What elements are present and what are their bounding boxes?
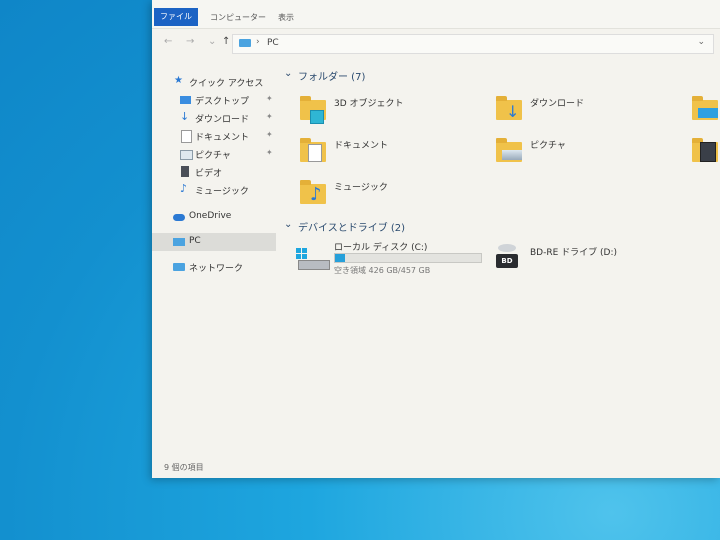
folder-desktop-partial[interactable] <box>692 96 720 128</box>
download-icon: ↓ <box>180 110 190 123</box>
tab-file[interactable]: ファイル <box>154 8 198 26</box>
drives-group-header[interactable]: デバイスとドライブ (2) <box>298 219 405 234</box>
folder-label: 3D オブジェクト <box>334 99 404 109</box>
cloud-icon <box>173 214 185 221</box>
folder-documents[interactable]: ドキュメント <box>300 138 450 170</box>
content-pane: ⌄ フォルダー (7) 3D オブジェクト ↓ ダウンロード ドキュメント ピク… <box>280 60 720 460</box>
sidebar-item-label: ビデオ <box>195 169 223 179</box>
sidebar-item-documents[interactable]: ドキュメント ✦ <box>152 127 276 145</box>
drive-label: BD-RE ドライブ (D:) <box>530 248 617 258</box>
landscape-photo-icon <box>502 150 522 160</box>
address-dropdown-chevron-icon[interactable]: ⌄ <box>697 37 705 47</box>
up-button[interactable]: ↑ <box>222 36 230 47</box>
file-explorer-window: ファイル コンピューター 表示 ← → ⌄ ↑ › PC ⌄ ★ クイック アク… <box>152 0 720 478</box>
sidebar-item-pc[interactable]: PC <box>152 233 276 251</box>
folder-label: ドキュメント <box>334 141 389 151</box>
sidebar-item-label: ミュージック <box>195 187 249 197</box>
breadcrumb[interactable]: › PC ⌄ <box>232 34 714 54</box>
drive-local-disk-c[interactable]: ローカル ディスク (C:) 空き領域 426 GB/457 GB <box>296 240 486 276</box>
sidebar-item-onedrive[interactable]: OneDrive <box>152 208 276 226</box>
film-icon <box>700 142 716 162</box>
sidebar-item-label: OneDrive <box>189 211 232 221</box>
document-page-icon <box>308 144 322 162</box>
sidebar-item-label: PC <box>189 236 201 246</box>
sidebar-item-label: ダウンロード <box>195 115 250 125</box>
drives-group-chevron-icon[interactable]: ⌄ <box>284 219 292 230</box>
bd-drive-icon: BD <box>494 244 520 268</box>
sidebar-item-desktop[interactable]: デスクトップ ✦ <box>152 91 276 109</box>
sidebar-item-label: ネットワーク <box>189 264 244 274</box>
windows-drive-icon <box>296 248 330 270</box>
tab-view[interactable]: 表示 <box>278 9 294 27</box>
sidebar-item-network[interactable]: ネットワーク <box>152 258 276 276</box>
sidebar-item-label: デスクトップ <box>195 97 250 107</box>
folder-label: ミュージック <box>334 183 388 193</box>
pc-icon <box>239 39 251 47</box>
status-bar: 9 個の項目 <box>152 458 720 478</box>
desktop-screen-icon <box>698 108 718 118</box>
desktop-icon <box>180 96 191 104</box>
folder-pictures[interactable]: ピクチャ <box>496 138 646 170</box>
music-note-icon: ♪ <box>310 184 322 205</box>
pin-icon: ✦ <box>266 112 273 121</box>
drive-usage-bar <box>334 253 482 263</box>
ribbon: ファイル コンピューター 表示 <box>152 0 720 29</box>
bd-badge: BD <box>496 254 518 268</box>
download-arrow-icon: ↓ <box>506 102 520 121</box>
sidebar-item-pictures[interactable]: ピクチャ ✦ <box>152 145 276 163</box>
drive-usage-fill <box>335 254 346 262</box>
sidebar-item-downloads[interactable]: ↓ ダウンロード ✦ <box>152 109 276 127</box>
sidebar-item-music[interactable]: ♪ ミュージック <box>152 181 276 199</box>
music-icon: ♪ <box>180 182 188 195</box>
folder-label: ダウンロード <box>530 99 585 109</box>
pin-icon: ✦ <box>266 130 273 139</box>
navigation-pane: ★ クイック アクセス デスクトップ ✦ ↓ ダウンロード ✦ ドキュメント ✦… <box>152 60 276 460</box>
sidebar-item-quick-access[interactable]: ★ クイック アクセス <box>152 73 276 91</box>
folder-music[interactable]: ♪ ミュージック <box>300 180 450 212</box>
sidebar-item-label: ピクチャ <box>195 151 231 161</box>
drive-bd-re-d[interactable]: BD BD-RE ドライブ (D:) <box>490 240 690 276</box>
cube-icon <box>310 110 324 124</box>
pin-icon: ✦ <box>266 148 273 157</box>
drive-label: ローカル ディスク (C:) <box>334 243 428 253</box>
item-count: 9 個の項目 <box>164 463 204 472</box>
network-icon <box>173 263 185 271</box>
picture-icon <box>180 150 193 160</box>
star-icon: ★ <box>174 75 183 86</box>
recent-locations-button[interactable]: ⌄ <box>208 36 216 47</box>
sidebar-item-label: ドキュメント <box>195 133 250 143</box>
sidebar-item-videos[interactable]: ビデオ <box>152 163 276 181</box>
pc-icon <box>173 238 185 246</box>
video-icon <box>181 166 189 177</box>
folder-videos-partial[interactable] <box>692 138 720 170</box>
document-icon <box>181 130 192 143</box>
folders-group-chevron-icon[interactable]: ⌄ <box>284 68 292 79</box>
folder-downloads[interactable]: ↓ ダウンロード <box>496 96 646 128</box>
folder-3d-objects[interactable]: 3D オブジェクト <box>300 96 450 128</box>
breadcrumb-pc[interactable]: PC <box>267 38 279 48</box>
address-bar: ← → ⌄ ↑ › PC ⌄ <box>152 30 720 56</box>
tab-computer[interactable]: コンピューター <box>210 9 266 27</box>
breadcrumb-separator: › <box>256 37 260 47</box>
folders-group-header[interactable]: フォルダー (7) <box>298 68 365 83</box>
forward-button[interactable]: → <box>186 36 194 47</box>
back-button[interactable]: ← <box>164 36 172 47</box>
sidebar-item-label: クイック アクセス <box>189 79 264 89</box>
folder-label: ピクチャ <box>530 141 566 151</box>
drive-free-space: 空き領域 426 GB/457 GB <box>334 266 431 275</box>
pin-icon: ✦ <box>266 94 273 103</box>
